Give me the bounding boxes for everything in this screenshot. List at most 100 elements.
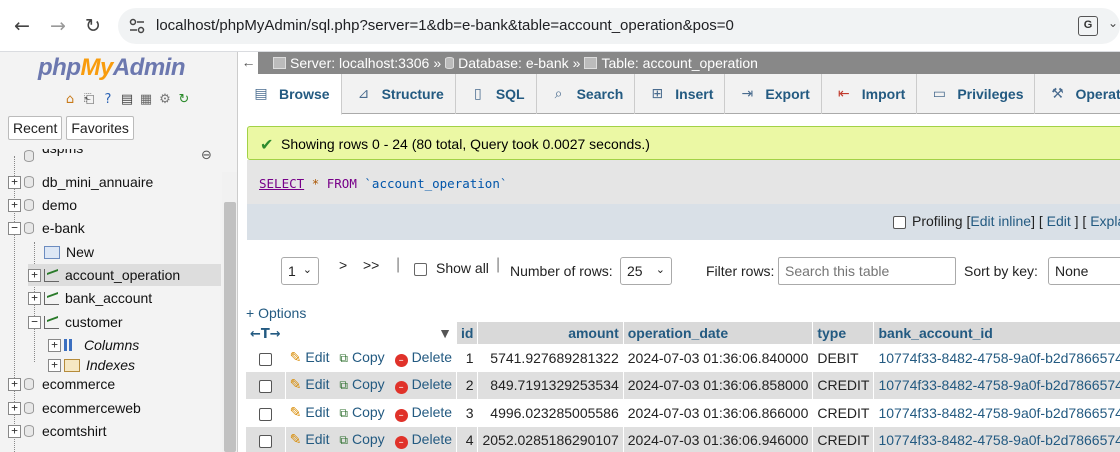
back-arrow-icon[interactable]: ←: [10, 14, 34, 38]
row-checkbox[interactable]: [258, 352, 272, 366]
cell-type[interactable]: CREDIT: [812, 371, 875, 399]
cell-operation-date[interactable]: 2024-07-03 01:36:06.866000: [623, 399, 814, 427]
tab-privileges[interactable]: ▭ Privileges: [917, 74, 1036, 114]
breadcrumb-database[interactable]: Database: e-bank: [458, 55, 569, 71]
chevron-down-icon[interactable]: ⌄: [1108, 16, 1118, 30]
expand-icon[interactable]: +: [48, 338, 61, 352]
tree-item-e-bank[interactable]: − e-bank: [8, 217, 85, 239]
next-page-button[interactable]: >: [339, 257, 347, 273]
cell-id[interactable]: 2: [456, 371, 479, 399]
tree-item-ecomtshirt[interactable]: + ecomtshirt: [8, 420, 107, 442]
edit-button[interactable]: ✎ Edit: [290, 431, 330, 448]
recent-tab[interactable]: Recent: [8, 116, 63, 140]
edit-link[interactable]: Edit: [1047, 213, 1071, 229]
gear-icon[interactable]: ⚙: [157, 92, 173, 108]
cell-id[interactable]: 4: [456, 426, 479, 452]
expand-icon[interactable]: +: [28, 291, 41, 305]
tree-item-account-operation[interactable]: + account_operation: [28, 264, 221, 286]
reload-nav-icon[interactable]: ↻: [176, 92, 192, 108]
tree-item-ecommerce[interactable]: + ecommerce: [8, 373, 115, 395]
collapse-nav-arrow-icon[interactable]: ←: [239, 52, 259, 74]
resize-arrows-icon[interactable]: ←T→: [250, 327, 281, 342]
delete-button[interactable]: – Delete: [394, 376, 452, 395]
tree-item-bank-account[interactable]: + bank_account: [28, 287, 152, 309]
tree-item-db-mini-annuaire[interactable]: + db_mini_annuaire: [8, 171, 153, 193]
cell-amount[interactable]: 5741.927689281322: [477, 344, 624, 372]
tab-export[interactable]: ⇥ Export: [725, 74, 822, 114]
translate-icon[interactable]: G: [1078, 16, 1098, 36]
collapse-icon[interactable]: −: [28, 315, 41, 329]
help-icon[interactable]: ?: [100, 92, 116, 108]
favorites-tab[interactable]: Favorites: [66, 116, 134, 140]
header-amount[interactable]: amount: [477, 322, 624, 344]
expand-icon[interactable]: +: [8, 424, 21, 438]
console-icon[interactable]: ▦: [138, 92, 154, 108]
copy-button[interactable]: ⧉ Copy: [339, 431, 384, 447]
link-collapse-icon[interactable]: ⊖: [201, 148, 212, 163]
header-id[interactable]: id: [456, 322, 479, 344]
expand-icon[interactable]: +: [8, 401, 21, 415]
row-checkbox[interactable]: [258, 380, 272, 394]
copy-button[interactable]: ⧉ Copy: [339, 404, 384, 420]
cell-amount[interactable]: 849.7191329253534: [477, 371, 624, 399]
cell-id[interactable]: 1: [456, 344, 479, 372]
options-link[interactable]: + Options: [246, 305, 306, 321]
header-bank-account-id[interactable]: bank_account_id: [873, 322, 1120, 344]
collapse-icon[interactable]: −: [8, 221, 21, 235]
column-menu-icon[interactable]: ▼: [285, 322, 458, 344]
cell-operation-date[interactable]: 2024-07-03 01:36:06.840000: [623, 344, 814, 372]
tab-operations[interactable]: ⚒Operations: [1035, 74, 1120, 114]
expand-icon[interactable]: +: [48, 358, 61, 372]
tab-search[interactable]: ⌕ Search: [537, 74, 636, 114]
column-resize-arrows[interactable]: ←T→: [246, 322, 286, 344]
nav-scrollbar[interactable]: [222, 172, 237, 452]
edit-button[interactable]: ✎ Edit: [290, 376, 330, 393]
expand-icon[interactable]: +: [8, 377, 21, 391]
cell-id[interactable]: 3: [456, 399, 479, 427]
breadcrumb-table[interactable]: Table: account_operation: [601, 55, 757, 71]
address-bar[interactable]: localhost/phpMyAdmin/sql.php?server=1&db…: [118, 8, 1120, 44]
show-all-checkbox[interactable]: [414, 263, 427, 276]
forward-arrow-icon[interactable]: →: [46, 14, 70, 38]
tab-import[interactable]: ⇤ Import: [822, 74, 918, 114]
tab-sql[interactable]: ▯ SQL: [456, 74, 537, 114]
page-select[interactable]: 1 ⌄: [281, 257, 319, 285]
cell-operation-date[interactable]: 2024-07-03 01:36:06.858000: [623, 371, 814, 399]
copy-button[interactable]: ⧉ Copy: [339, 376, 384, 392]
url-text[interactable]: localhost/phpMyAdmin/sql.php?server=1&db…: [156, 17, 734, 34]
rows-select[interactable]: 25 ⌄: [620, 257, 672, 285]
edit-button[interactable]: ✎ Edit: [290, 349, 330, 366]
home-icon[interactable]: ⌂: [62, 92, 78, 108]
nav-scrollbar-thumb[interactable]: [224, 202, 236, 452]
edit-inline-link[interactable]: Edit inline: [970, 213, 1031, 229]
delete-button[interactable]: – Delete: [394, 349, 452, 367]
breadcrumb-server[interactable]: Server: localhost:3306: [290, 55, 429, 71]
site-info-icon[interactable]: [128, 17, 146, 35]
expand-icon[interactable]: +: [28, 268, 41, 282]
cell-type[interactable]: DEBIT: [812, 344, 875, 372]
expand-icon[interactable]: +: [8, 175, 21, 189]
cell-bank-account-id[interactable]: 10774f33-8482-4758-9a0f-b2d7866574a9: [873, 426, 1120, 452]
sort-select[interactable]: None: [1048, 257, 1120, 285]
phpmyadmin-logo[interactable]: phpMyAdmin: [38, 54, 186, 82]
filter-rows-input[interactable]: [778, 257, 956, 285]
tab-insert[interactable]: ⊞ Insert: [635, 74, 726, 114]
row-checkbox[interactable]: [258, 407, 272, 421]
cell-bank-account-id[interactable]: 10774f33-8482-4758-9a0f-b2d7866574a9: [873, 344, 1120, 372]
expand-icon[interactable]: +: [8, 198, 21, 212]
explain-link[interactable]: Explain: [1090, 213, 1120, 229]
header-type[interactable]: type: [812, 322, 875, 344]
tree-item-columns[interactable]: + Columns: [48, 334, 139, 356]
tree-item-dspms[interactable]: dspms: [8, 149, 83, 163]
cell-bank-account-id[interactable]: 10774f33-8482-4758-9a0f-b2d7866574a9: [873, 399, 1120, 427]
tree-item-demo[interactable]: + demo: [8, 194, 77, 216]
reload-icon[interactable]: ↻: [81, 14, 105, 38]
copy-button[interactable]: ⧉ Copy: [339, 349, 384, 365]
tab-structure[interactable]: ⊿ Structure: [342, 74, 456, 114]
docs-icon[interactable]: ▤: [119, 92, 135, 108]
row-checkbox[interactable]: [258, 435, 272, 449]
cell-amount[interactable]: 4996.023285005586: [477, 399, 624, 427]
edit-button[interactable]: ✎ Edit: [290, 404, 330, 421]
cell-type[interactable]: CREDIT: [812, 426, 875, 452]
delete-button[interactable]: – Delete: [394, 431, 452, 450]
